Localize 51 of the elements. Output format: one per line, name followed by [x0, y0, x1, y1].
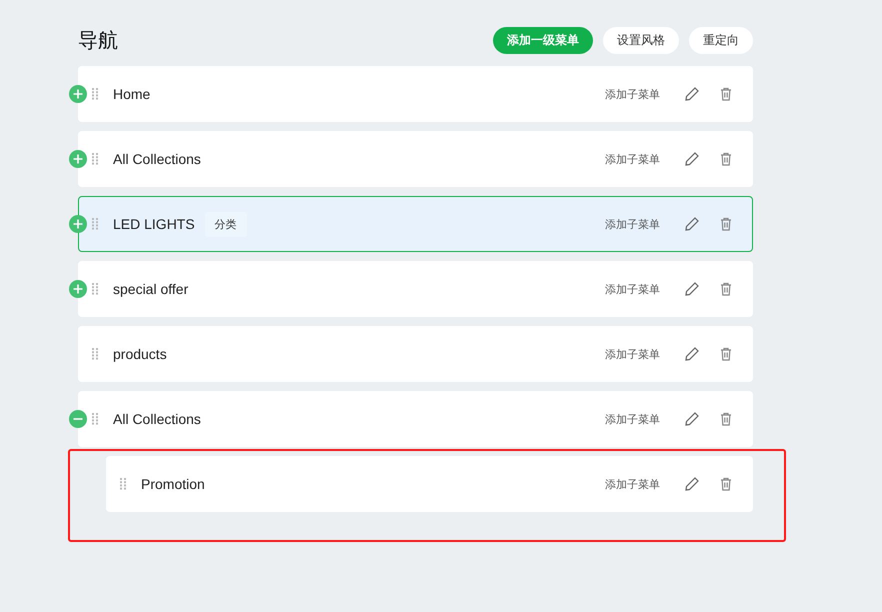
edit-icon[interactable] [684, 346, 700, 362]
delete-icon[interactable] [718, 281, 734, 297]
expand-icon[interactable] [69, 215, 87, 233]
menu-item-card[interactable]: All Collections 添加子菜单 [78, 131, 753, 187]
menu-item-card[interactable]: products 添加子菜单 [78, 326, 753, 382]
edit-icon[interactable] [684, 476, 700, 492]
menu-item-label: All Collections [113, 411, 201, 427]
menu-item-label: Home [113, 86, 150, 102]
drag-handle-icon[interactable] [92, 413, 98, 425]
add-submenu-link[interactable]: 添加子菜单 [605, 346, 660, 362]
delete-icon[interactable] [718, 411, 734, 427]
menu-item-card[interactable]: special offer 添加子菜单 [78, 261, 753, 317]
menu-item-label: products [113, 346, 167, 362]
add-submenu-link[interactable]: 添加子菜单 [605, 412, 660, 426]
menu-item-card[interactable]: LED LIGHTS 分类 添加子菜单 [78, 196, 753, 252]
edit-icon[interactable] [684, 86, 700, 102]
action-button[interactable]: 重定向 [689, 26, 753, 54]
expand-icon[interactable] [69, 150, 87, 168]
menu-item-card[interactable]: All Collections 添加子菜单 [78, 391, 753, 447]
drag-handle-icon[interactable] [120, 478, 126, 490]
delete-icon[interactable] [718, 86, 734, 102]
menu-item-label: LED LIGHTS [113, 216, 195, 232]
edit-icon[interactable] [684, 216, 700, 232]
drag-handle-icon[interactable] [92, 153, 98, 165]
delete-icon[interactable] [718, 151, 734, 167]
drag-handle-icon[interactable] [92, 218, 98, 230]
add-submenu-link[interactable]: 添加子菜单 [605, 282, 660, 296]
expand-icon[interactable] [69, 280, 87, 298]
collapse-icon[interactable] [69, 410, 87, 428]
menu-item-card[interactable]: Home 添加子菜单 [78, 66, 753, 122]
drag-handle-icon[interactable] [92, 88, 98, 100]
add-submenu-link[interactable]: 添加子菜单 [605, 86, 660, 102]
delete-icon[interactable] [718, 476, 734, 492]
menu-item-label: special offer [113, 281, 188, 297]
menu-item-label: Promotion [141, 476, 205, 492]
add-submenu-link[interactable]: 添加子菜单 [605, 152, 660, 166]
action-button[interactable]: 设置风格 [603, 26, 679, 54]
drag-handle-icon[interactable] [92, 348, 98, 360]
edit-icon[interactable] [684, 151, 700, 167]
page-title: 导航 [78, 28, 118, 54]
delete-icon[interactable] [718, 346, 734, 362]
edit-icon[interactable] [684, 281, 700, 297]
expand-icon[interactable] [69, 85, 87, 103]
delete-icon[interactable] [718, 216, 734, 232]
category-tag: 分类 [204, 212, 247, 236]
menu-item-card[interactable]: Promotion 添加子菜单 [106, 456, 753, 512]
add-submenu-link[interactable]: 添加子菜单 [605, 216, 660, 232]
add-submenu-link[interactable]: 添加子菜单 [605, 476, 660, 492]
edit-icon[interactable] [684, 411, 700, 427]
drag-handle-icon[interactable] [92, 283, 98, 295]
menu-item-label: All Collections [113, 151, 201, 167]
